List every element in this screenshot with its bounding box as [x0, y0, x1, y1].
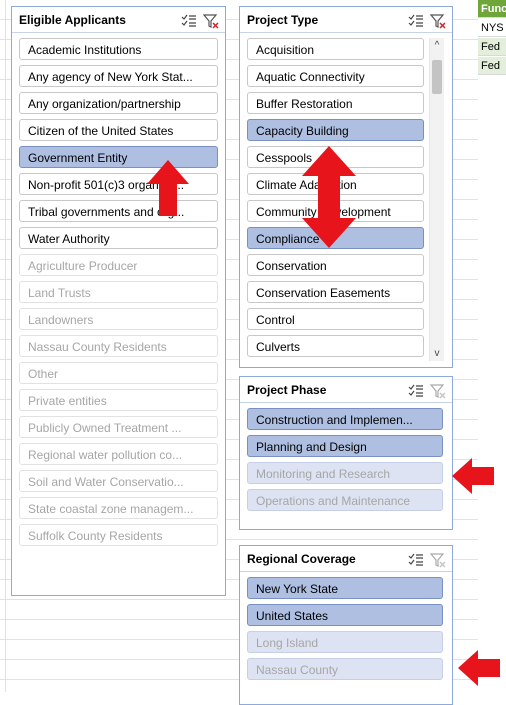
- slicer-item[interactable]: Long Island: [247, 631, 443, 653]
- slicer-project-phase: Project Phase Construction and Implemen.…: [239, 376, 453, 530]
- slicer-item[interactable]: Landowners: [19, 308, 218, 330]
- slicer-title: Eligible Applicants: [19, 13, 126, 27]
- sheet-column-header[interactable]: Func: [478, 0, 506, 18]
- slicer-item[interactable]: Operations and Maintenance: [247, 489, 443, 511]
- clear-filter-icon[interactable]: [202, 12, 219, 29]
- slicer-item[interactable]: Regional water pollution co...: [19, 443, 218, 465]
- slicer-regional-coverage: Regional Coverage New York State United S…: [239, 545, 453, 705]
- gridline: [5, 0, 6, 692]
- slicer-item[interactable]: United States: [247, 604, 443, 626]
- vertical-scrollbar[interactable]: ^ v: [429, 38, 444, 361]
- slicer-item[interactable]: Citizen of the United States: [19, 119, 218, 141]
- sheet-cell[interactable]: Fed: [478, 57, 506, 75]
- slicer-item[interactable]: Culverts: [247, 335, 424, 357]
- slicer-item[interactable]: Conservation Easements: [247, 281, 424, 303]
- slicer-item[interactable]: Soil and Water Conservatio...: [19, 470, 218, 492]
- multi-select-icon[interactable]: [408, 551, 424, 567]
- clear-filter-icon[interactable]: [429, 382, 446, 399]
- slicer-item[interactable]: Control: [247, 308, 424, 330]
- slicer-title: Project Type: [247, 13, 319, 27]
- slicer-title: Project Phase: [247, 383, 327, 397]
- slicer-eligible-applicants: Eligible Applicants Academic Institution…: [11, 6, 226, 596]
- scroll-up-icon[interactable]: ^: [430, 40, 444, 51]
- slicer-header: Project Type: [240, 7, 452, 33]
- scroll-down-icon[interactable]: v: [430, 348, 444, 359]
- slicer-item[interactable]: Land Trusts: [19, 281, 218, 303]
- sheet-cell[interactable]: NYS: [478, 19, 506, 37]
- multi-select-icon[interactable]: [181, 12, 197, 28]
- multi-select-icon[interactable]: [408, 382, 424, 398]
- annotation-arrow-left-icon: [458, 650, 500, 686]
- slicer-item[interactable]: Acquisition: [247, 38, 424, 60]
- slicer-item[interactable]: Capacity Building: [247, 119, 424, 141]
- annotation-arrow-left-icon: [452, 458, 494, 494]
- sheet-cell[interactable]: Fed: [478, 38, 506, 56]
- slicer-item[interactable]: Any agency of New York Stat...: [19, 65, 218, 87]
- slicer-item[interactable]: Publicly Owned Treatment ...: [19, 416, 218, 438]
- slicer-item[interactable]: Private entities: [19, 389, 218, 411]
- clear-filter-icon[interactable]: [429, 12, 446, 29]
- slicer-item[interactable]: Planning and Design: [247, 435, 443, 457]
- slicer-header: Eligible Applicants: [12, 7, 225, 33]
- slicer-item[interactable]: Monitoring and Research: [247, 462, 443, 484]
- slicer-item[interactable]: Other: [19, 362, 218, 384]
- worksheet-column-area: [478, 0, 506, 692]
- slicer-item[interactable]: Conservation: [247, 254, 424, 276]
- slicer-item[interactable]: Water Authority: [19, 227, 218, 249]
- slicer-item[interactable]: Suffolk County Residents: [19, 524, 218, 546]
- slicer-item[interactable]: Construction and Implemen...: [247, 408, 443, 430]
- clear-filter-icon[interactable]: [429, 551, 446, 568]
- multi-select-icon[interactable]: [408, 12, 424, 28]
- annotation-arrow-double-icon: [302, 146, 356, 248]
- annotation-arrow-up-icon: [147, 160, 189, 216]
- slicer-item[interactable]: Agriculture Producer: [19, 254, 218, 276]
- slicer-item[interactable]: State coastal zone managem...: [19, 497, 218, 519]
- scrollbar-thumb[interactable]: [432, 60, 442, 94]
- slicer-item[interactable]: Academic Institutions: [19, 38, 218, 60]
- slicer-item[interactable]: Nassau County Residents: [19, 335, 218, 357]
- slicer-item[interactable]: New York State: [247, 577, 443, 599]
- slicer-header: Project Phase: [240, 377, 452, 403]
- slicer-item[interactable]: Aquatic Connectivity: [247, 65, 424, 87]
- slicer-title: Regional Coverage: [247, 552, 356, 566]
- slicer-item[interactable]: Nassau County: [247, 658, 443, 680]
- slicer-item[interactable]: Buffer Restoration: [247, 92, 424, 114]
- slicer-item[interactable]: Any organization/partnership: [19, 92, 218, 114]
- slicer-header: Regional Coverage: [240, 546, 452, 572]
